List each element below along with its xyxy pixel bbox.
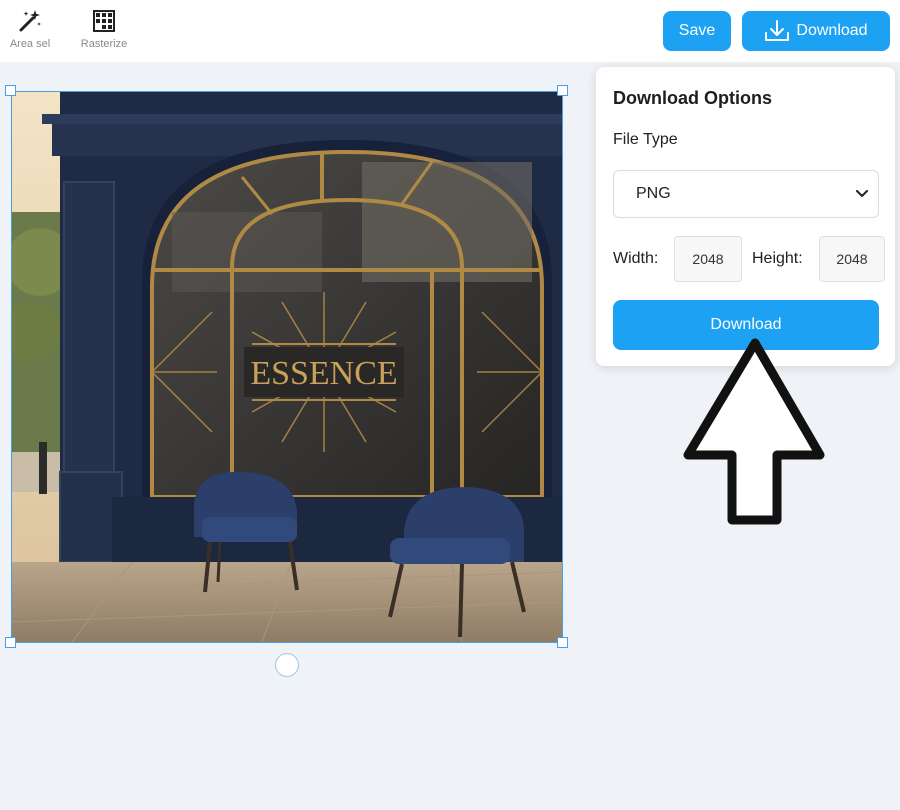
save-button[interactable]: Save bbox=[663, 11, 731, 51]
file-type-value: PNG bbox=[636, 185, 671, 202]
file-type-label: File Type bbox=[613, 131, 678, 148]
resize-handle-bottom-left[interactable] bbox=[5, 637, 16, 648]
resize-handle-bottom-right[interactable] bbox=[557, 637, 568, 648]
download-button-label: Download bbox=[796, 22, 868, 39]
selection-frame[interactable] bbox=[11, 91, 563, 643]
height-input[interactable] bbox=[819, 236, 885, 282]
top-toolbar: Area sel Rasterize Save Download bbox=[0, 0, 900, 62]
download-button[interactable]: Download bbox=[742, 11, 890, 51]
panel-title: Download Options bbox=[613, 88, 772, 108]
width-label: Width: bbox=[613, 250, 659, 267]
download-options-panel: Download Options File Type PNG Width: He… bbox=[596, 67, 895, 366]
rotate-handle[interactable] bbox=[275, 653, 299, 677]
chevron-down-icon bbox=[856, 190, 868, 197]
resize-handle-top-left[interactable] bbox=[5, 85, 16, 96]
pointer-arrow-icon bbox=[683, 338, 825, 525]
area-select-tool[interactable]: Area sel bbox=[0, 8, 60, 50]
rasterize-grid-icon bbox=[93, 10, 115, 32]
width-input[interactable] bbox=[674, 236, 742, 282]
magic-wand-icon bbox=[19, 10, 41, 32]
download-icon bbox=[765, 20, 790, 41]
file-type-select[interactable]: PNG bbox=[613, 170, 879, 218]
height-label: Height: bbox=[752, 250, 803, 267]
resize-handle-top-right[interactable] bbox=[557, 85, 568, 96]
rasterize-tool[interactable]: Rasterize bbox=[74, 8, 134, 50]
